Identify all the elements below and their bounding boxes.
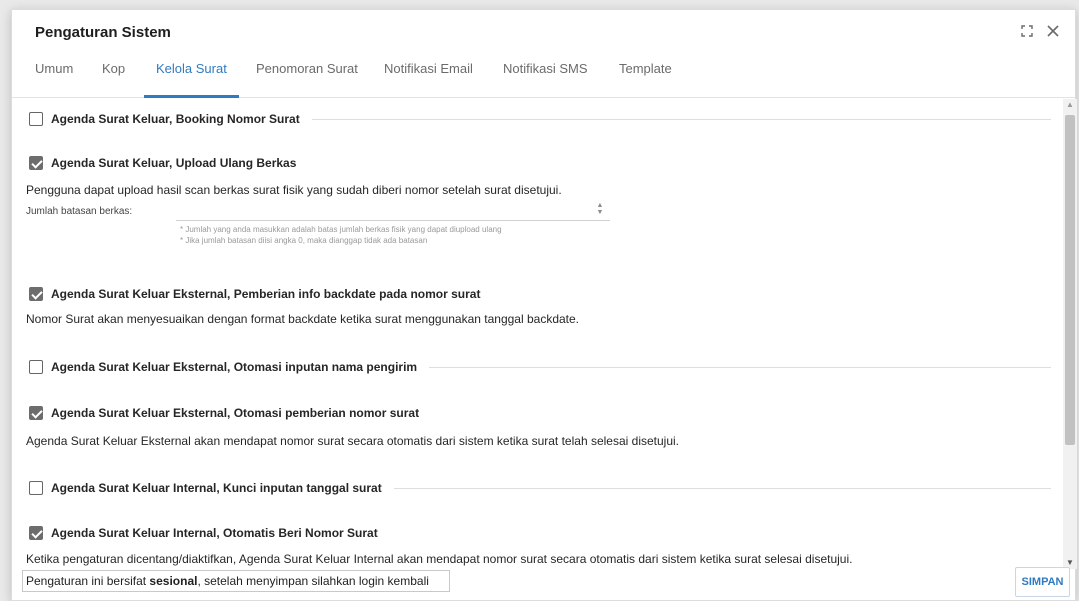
section-backdate: Agenda Surat Keluar Eksternal, Pemberian… [29,286,1051,302]
section-description: Pengguna dapat upload hasil scan berkas … [26,183,562,197]
tab-notifikasi-email[interactable]: Notifikasi Email [384,52,473,97]
close-icon[interactable] [1045,23,1061,39]
tab-notifikasi-sms[interactable]: Notifikasi SMS [503,52,588,97]
checkbox-otomasi-pengirim[interactable] [29,360,43,374]
section-label: Agenda Surat Keluar Eksternal, Pemberian… [51,287,481,301]
section-description: Agenda Surat Keluar Eksternal akan menda… [26,434,680,448]
dialog-title: Pengaturan Sistem [35,24,171,41]
section-upload-ulang: Agenda Surat Keluar, Upload Ulang Berkas [29,155,1051,171]
upload-limit-input[interactable]: ▲ ▼ [176,200,610,221]
section-description: Ketika pengaturan dicentang/diaktifkan, … [26,552,853,566]
section-otomatis-beri-nomor: Agenda Surat Keluar Internal, Otomatis B… [29,525,1051,541]
tab-umum[interactable]: Umum [35,52,73,97]
vertical-scrollbar[interactable]: ▲ ▼ [1063,99,1077,569]
checkbox-booking-nomor[interactable] [29,112,43,126]
session-note-prefix: Pengaturan ini bersifat [26,574,150,588]
upload-limit-hint: * Jika jumlah batasan diisi angka 0, mak… [180,236,428,245]
checkbox-otomatis-beri-nomor[interactable] [29,526,43,540]
section-kunci-tanggal: Agenda Surat Keluar Internal, Kunci inpu… [29,480,1051,496]
checkbox-upload-ulang[interactable] [29,156,43,170]
section-description: Nomor Surat akan menyesuaikan dengan for… [26,312,580,326]
section-label: Agenda Surat Keluar Eksternal, Otomasi i… [51,360,418,374]
tab-bar: Umum Kop Kelola Surat Penomoran Surat No… [12,52,1075,98]
upload-limit-label: Jumlah batasan berkas: [26,206,133,217]
spinner-icon[interactable]: ▲ ▼ [595,202,605,216]
checkbox-backdate[interactable] [29,287,43,301]
section-booking-nomor: Agenda Surat Keluar, Booking Nomor Surat [29,111,1051,127]
section-label: Agenda Surat Keluar Internal, Kunci inpu… [51,481,382,495]
tab-penomoran-surat[interactable]: Penomoran Surat [256,52,358,97]
scroll-thumb[interactable] [1065,115,1075,445]
section-label: Agenda Surat Keluar Internal, Otomatis B… [51,526,378,540]
session-note-suffix: , setelah menyimpan silahkan login kemba… [197,574,429,588]
settings-content: Agenda Surat Keluar, Booking Nomor Surat… [12,99,1065,569]
tab-template[interactable]: Template [619,52,672,97]
scroll-up-icon[interactable]: ▲ [1063,99,1077,111]
section-label: Agenda Surat Keluar Eksternal, Otomasi p… [51,406,420,420]
dialog-titlebar: Pengaturan Sistem [12,10,1075,52]
section-divider [311,118,1051,120]
session-note-bold: sesional [149,574,198,588]
tab-kop[interactable]: Kop [102,52,125,97]
section-divider [429,366,1051,368]
section-otomasi-pengirim: Agenda Surat Keluar Eksternal, Otomasi i… [29,359,1051,375]
section-label: Agenda Surat Keluar, Upload Ulang Berkas [51,156,297,170]
maximize-icon[interactable] [1019,23,1035,39]
save-button[interactable]: SIMPAN [1015,567,1070,597]
section-otomasi-nomor: Agenda Surat Keluar Eksternal, Otomasi p… [29,405,1051,421]
section-divider [393,487,1051,489]
section-label: Agenda Surat Keluar, Booking Nomor Surat [51,112,300,126]
checkbox-kunci-tanggal[interactable] [29,481,43,495]
settings-dialog: Pengaturan Sistem Umum Kop Kelola Surat … [11,9,1077,601]
tab-kelola-surat[interactable]: Kelola Surat [144,52,239,98]
upload-limit-hint: * Jumlah yang anda masukkan adalah batas… [180,225,502,234]
session-note: Pengaturan ini bersifat sesional, setela… [22,570,450,592]
checkbox-otomasi-nomor[interactable] [29,406,43,420]
